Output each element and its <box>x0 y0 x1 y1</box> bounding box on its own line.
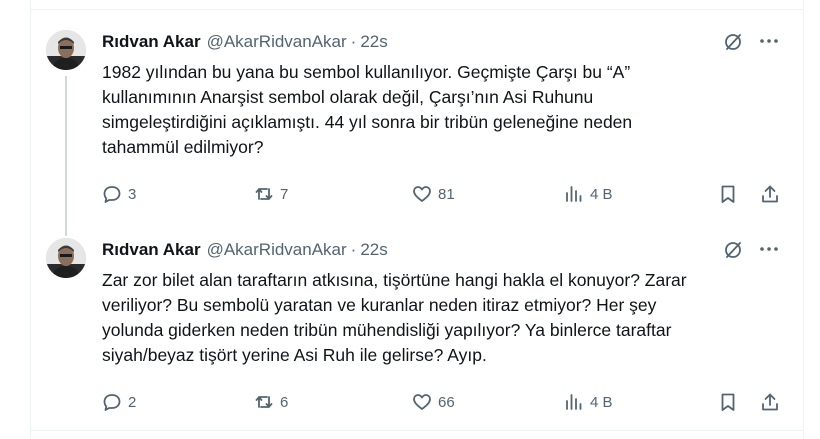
divider <box>30 430 804 431</box>
views-button[interactable]: 4 B <box>564 182 613 206</box>
repost-icon <box>255 396 273 408</box>
bookmark-button[interactable] <box>718 182 738 206</box>
action-bar: 2 6 66 4 B <box>102 390 792 414</box>
reply-count: 3 <box>128 185 137 203</box>
share-button[interactable] <box>760 390 780 414</box>
share-button[interactable] <box>760 182 780 206</box>
author-name[interactable]: Rıdvan Akar <box>102 240 201 260</box>
avatar[interactable] <box>46 238 86 278</box>
timestamp[interactable]: 22s <box>360 32 387 52</box>
tweet-text: Zar zor bilet alan taraftarın atkısına, … <box>102 270 687 365</box>
like-button[interactable]: 66 <box>412 390 455 414</box>
views-icon <box>566 394 582 410</box>
bookmark-button[interactable] <box>718 390 738 414</box>
avatar-image <box>46 30 86 70</box>
like-count: 81 <box>438 185 455 203</box>
repost-count: 6 <box>280 393 289 411</box>
views-button[interactable]: 4 B <box>564 390 613 414</box>
heart-icon <box>413 394 431 410</box>
grok-icon[interactable] <box>722 31 744 53</box>
action-bar: 3 7 81 4 B <box>102 182 792 206</box>
share-icon <box>762 393 778 411</box>
reply-button[interactable]: 2 <box>102 390 136 414</box>
share-icon <box>762 185 778 203</box>
repost-count: 7 <box>280 185 289 203</box>
reply-button[interactable]: 3 <box>102 182 136 206</box>
author-name[interactable]: Rıdvan Akar <box>102 32 201 52</box>
like-button[interactable]: 81 <box>412 182 455 206</box>
views-count: 4 B <box>590 185 613 203</box>
separator: · <box>350 240 357 259</box>
reply-count: 2 <box>128 393 137 411</box>
more-icon[interactable] <box>758 238 780 260</box>
author-handle[interactable]: @AkarRidvanAkar <box>207 32 347 52</box>
more-icon[interactable] <box>758 30 780 52</box>
tweet[interactable]: Rıdvan Akar @AkarRidvanAkar · 22s 1982 y… <box>30 30 804 236</box>
author-handle[interactable]: @AkarRidvanAkar <box>207 240 347 260</box>
views-icon <box>566 186 582 202</box>
heart-icon <box>413 186 431 202</box>
reply-icon <box>103 394 121 411</box>
divider <box>30 9 804 10</box>
repost-icon <box>255 188 273 200</box>
reply-icon <box>103 186 121 203</box>
tweet-text: 1982 yılından bu yana bu sembol kullanıl… <box>102 62 633 157</box>
tweet-header: Rıdvan Akar @AkarRidvanAkar · 22s <box>102 30 388 54</box>
thread-line <box>65 76 67 236</box>
repost-button[interactable]: 6 <box>254 390 288 414</box>
bookmark-icon <box>721 393 735 411</box>
tweet[interactable]: Rıdvan Akar @AkarRidvanAkar · 22s Zar zo… <box>30 238 804 428</box>
like-count: 66 <box>438 393 455 411</box>
avatar-image <box>46 238 86 278</box>
views-count: 4 B <box>590 393 613 411</box>
tweet-header: Rıdvan Akar @AkarRidvanAkar · 22s <box>102 238 388 262</box>
timestamp[interactable]: 22s <box>360 240 387 260</box>
repost-button[interactable]: 7 <box>254 182 288 206</box>
separator: · <box>350 32 357 51</box>
avatar[interactable] <box>46 30 86 70</box>
bookmark-icon <box>721 185 735 203</box>
grok-icon[interactable] <box>722 239 744 261</box>
